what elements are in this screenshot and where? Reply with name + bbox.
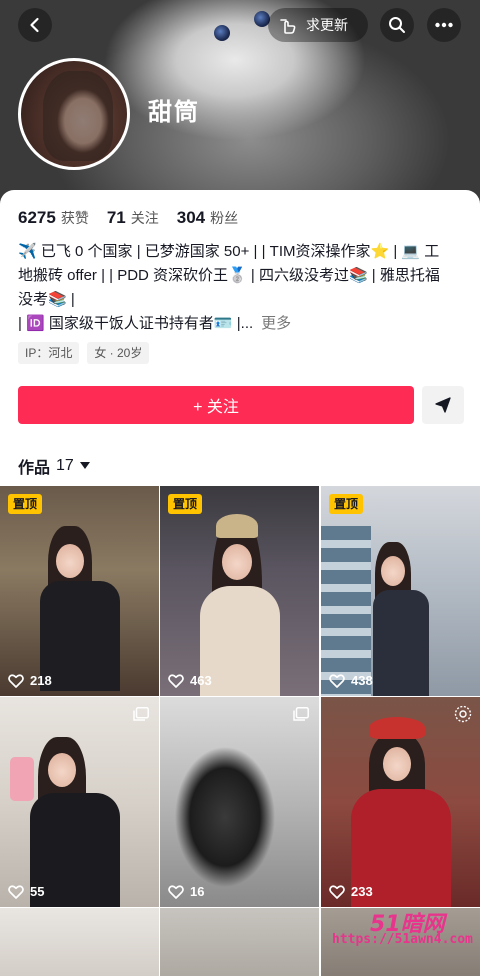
thumb-phone: [10, 757, 34, 801]
thumb-figure-face: [48, 753, 76, 787]
thumb-figure-face: [222, 544, 252, 580]
thumb-figure-dress: [200, 586, 280, 696]
heart-icon: [329, 884, 345, 899]
more-dots-icon: [435, 22, 453, 28]
heart-icon: [168, 884, 184, 899]
thumb-figure-body: [40, 581, 120, 691]
like-count: 16: [168, 884, 204, 899]
like-count-value: 233: [351, 884, 373, 899]
stat-followers[interactable]: 304 粉丝: [177, 208, 238, 228]
video-card[interactable]: 55: [0, 697, 159, 907]
stats-row: 6275 获赞 71 关注 304 粉丝: [18, 208, 238, 228]
like-count-value: 438: [351, 673, 373, 688]
stat-following-label: 关注: [130, 210, 159, 226]
like-count: 218: [8, 673, 52, 688]
video-card-partial[interactable]: [0, 908, 159, 976]
stat-likes-label: 获赞: [60, 210, 89, 226]
send-icon: [435, 397, 451, 413]
search-button[interactable]: [380, 8, 414, 42]
bio-line: ✈️ 已飞 0 个国家 | 已梦游国家 50+ | | TIM资深操作家⭐ | …: [18, 243, 440, 260]
avatar[interactable]: [18, 58, 130, 170]
thumb-figure-face: [381, 556, 405, 586]
more-options-button[interactable]: [427, 8, 461, 42]
search-icon: [389, 17, 405, 33]
message-button[interactable]: [422, 386, 464, 424]
heart-icon: [8, 673, 24, 688]
pinned-badge: 置顶: [8, 494, 43, 514]
hand-point-icon: [280, 19, 296, 34]
bio-line: 没考📚 |: [18, 291, 75, 308]
like-count-value: 55: [30, 884, 45, 899]
heart-icon: [8, 884, 24, 899]
profile-card: 6275 获赞 71 关注 304 粉丝 ✈️ 已飞 0 个国家 | 已梦游国家…: [0, 190, 480, 976]
like-count-value: 218: [30, 673, 52, 688]
thumb-cat: [170, 737, 280, 897]
like-count: 55: [8, 884, 44, 899]
thumb-figure-body: [373, 590, 429, 696]
bio: ✈️ 已飞 0 个国家 | 已梦游国家 50+ | | TIM资深操作家⭐ | …: [18, 240, 464, 336]
like-count-value: 16: [190, 884, 205, 899]
video-card-partial[interactable]: [160, 908, 319, 976]
thumb-shelf: [321, 526, 371, 696]
thumb-figure-face: [56, 544, 84, 578]
stat-following[interactable]: 71 关注: [107, 208, 159, 228]
pinned-badge: 置顶: [329, 494, 364, 514]
top-bar: 求更新: [0, 0, 480, 50]
works-tab[interactable]: 作品 17: [18, 454, 90, 478]
caret-down-icon: [79, 462, 90, 469]
stat-following-value: 71: [106, 208, 126, 227]
like-count: 463: [168, 673, 212, 688]
stat-followers-value: 304: [176, 208, 206, 227]
heart-icon: [168, 673, 184, 688]
video-card[interactable]: 16: [160, 697, 319, 907]
stat-likes-value: 6275: [18, 208, 56, 227]
stat-likes[interactable]: 6275 获赞: [18, 208, 89, 228]
stat-followers-label: 粉丝: [210, 210, 239, 226]
chevron-left-icon: [30, 17, 39, 33]
profile-tags: IP：河北 女 · 20岁: [18, 342, 150, 364]
thumb-figure-headdress: [216, 514, 258, 538]
gender-age-tag: 女 · 20岁: [87, 342, 150, 364]
video-card[interactable]: 置顶 438: [321, 486, 480, 696]
watermark-url: https://51awn4.com: [332, 932, 473, 947]
request-update-button[interactable]: 求更新: [268, 8, 368, 42]
thumb-figure-face: [383, 747, 411, 781]
nickname: 甜筒: [148, 99, 200, 126]
follow-button[interactable]: + 关注: [18, 386, 414, 424]
request-update-label: 求更新: [306, 17, 348, 33]
multi-photo-icon: [133, 707, 149, 721]
video-card[interactable]: 233: [321, 697, 480, 907]
live-photo-icon: [454, 705, 472, 723]
bio-more-link[interactable]: 更多: [261, 315, 291, 332]
bio-line-text: | 🆔 国家级干饭人证书持有者🪪 |...: [18, 315, 254, 332]
bio-line-last: | 🆔 国家级干饭人证书持有者🪪 |... 更多: [18, 312, 464, 336]
multi-photo-icon: [293, 707, 309, 721]
ip-location-tag: IP：河北: [18, 342, 80, 364]
avatar-hair: [43, 71, 113, 161]
video-card[interactable]: 置顶 218: [0, 486, 159, 696]
like-count: 438: [329, 673, 373, 688]
works-label: 作品: [18, 460, 51, 477]
bio-line: 地搬砖 offer | | PDD 资深砍价王🥈 | 四六级没考过📚 | 雅思托…: [18, 267, 440, 284]
back-button[interactable]: [18, 8, 52, 42]
works-count: 17: [56, 457, 74, 474]
heart-icon: [329, 673, 345, 688]
video-card[interactable]: 置顶 463: [160, 486, 319, 696]
pinned-badge: 置顶: [168, 494, 203, 514]
like-count-value: 463: [190, 673, 212, 688]
like-count: 233: [329, 884, 373, 899]
thumb-figure-headdress: [369, 717, 425, 739]
